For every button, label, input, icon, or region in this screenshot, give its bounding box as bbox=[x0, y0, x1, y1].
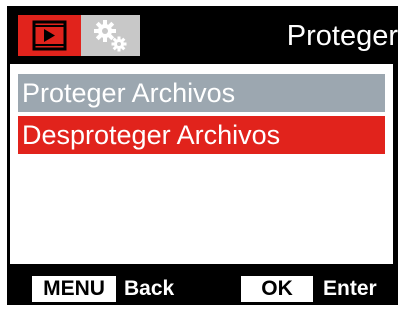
enter-label: Enter bbox=[323, 277, 377, 300]
menu-panel: Proteger Archivos Desproteger Archivos bbox=[10, 64, 393, 264]
page-title: Proteger bbox=[286, 20, 398, 52]
gears-icon bbox=[94, 20, 127, 52]
dashcam-screen: Proteger Proteger Archivos Desproteger A… bbox=[7, 6, 398, 305]
menu-key[interactable]: MENU bbox=[32, 276, 116, 302]
back-label: Back bbox=[124, 277, 175, 300]
playback-icon bbox=[32, 20, 67, 51]
tab-settings[interactable] bbox=[81, 15, 140, 56]
menu-item-protect-files[interactable]: Proteger Archivos bbox=[18, 74, 385, 112]
tab-playback[interactable] bbox=[18, 15, 81, 56]
header-bar: Proteger bbox=[7, 6, 398, 59]
footer-bar: MENU Back OK Enter bbox=[7, 269, 398, 305]
ok-key[interactable]: OK bbox=[241, 276, 313, 302]
menu-item-unprotect-files[interactable]: Desproteger Archivos bbox=[18, 116, 385, 154]
